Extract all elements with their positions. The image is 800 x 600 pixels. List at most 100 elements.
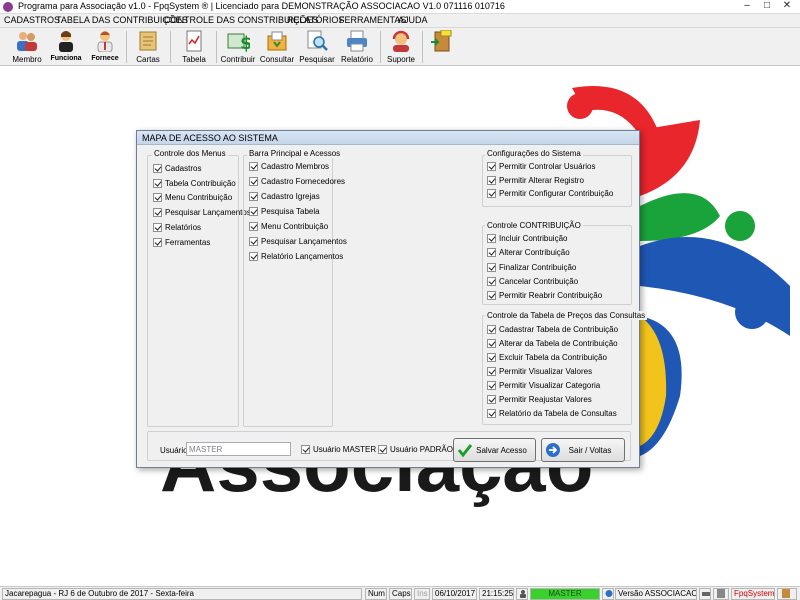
checkbox-ferramentas[interactable]: Ferramentas <box>153 238 210 250</box>
checkbox-cadastros[interactable]: Cadastros <box>153 164 201 176</box>
search-icon <box>307 30 328 51</box>
checkbox-menu-contribuicao-barra[interactable]: Menu Contribuição <box>249 222 328 234</box>
checkbox-reabrir-contribuicao[interactable]: Permitir Reabrir Contribuição <box>487 291 602 303</box>
access-map-dialog: MAPA DE ACESSO AO SISTEMA Controle dos M… <box>136 130 648 468</box>
checkbox-cadastro-igrejas[interactable]: Cadastro Igrejas <box>249 192 320 204</box>
menu-ferramentas[interactable]: FERRAMENTAS <box>339 15 406 25</box>
dialog-title: MAPA DE ACESSO AO SISTEMA <box>137 131 639 145</box>
checkbox-alterar-registro[interactable]: Permitir Alterar Registro <box>487 176 584 188</box>
money-icon: $ <box>227 33 250 52</box>
group-tabela-precos-label: Controle da Tabela de Preços das Consult… <box>485 311 648 320</box>
checkbox-relatorios[interactable]: Relatórios <box>153 223 201 235</box>
toolbar-suporte-label: Suporte <box>386 55 416 64</box>
checkbox-visualizar-valores[interactable]: Permitir Visualizar Valores <box>487 367 592 379</box>
supplier-icon <box>97 31 113 52</box>
exit-door-icon <box>431 30 452 52</box>
toolbar-suporte-button[interactable]: Suporte <box>383 28 419 66</box>
toolbar-pesquisar-button[interactable]: Pesquisar <box>298 28 336 66</box>
menu-relatorios[interactable]: RELATÓRIOS <box>287 15 344 25</box>
checkbox-relatorio-lancamentos[interactable]: Relatório Lançamentos <box>249 252 343 264</box>
checkbox-cadastro-fornecedores[interactable]: Cadastro Fornecedores <box>249 177 345 189</box>
checkbox-tabela-contribuicao[interactable]: Tabela Contribuição <box>153 179 236 191</box>
toolbar-relatorio-button[interactable]: Relatório <box>339 28 375 66</box>
toolbar-membro-button[interactable]: Membro <box>8 28 46 66</box>
maximize-button[interactable]: □ <box>757 0 777 13</box>
logo-blue-arm <box>640 237 790 336</box>
checkbox-pesquisar-lancamentos-barra[interactable]: Pesquisar Lançamentos <box>249 237 347 249</box>
checkbox-pesquisar-lancamentos[interactable]: Pesquisar Lançamentos <box>153 208 251 220</box>
toolbar-cartas-button[interactable]: Cartas <box>130 28 166 66</box>
checkbox-cancelar-contribuicao[interactable]: Cancelar Contribuição <box>487 277 578 289</box>
usuario-input[interactable]: MASTER <box>186 442 291 456</box>
window-title: Programa para Associação v1.0 - FpqSyste… <box>18 1 505 11</box>
checkbox-alterar-contribuicao[interactable]: Alterar Contribuição <box>487 248 570 260</box>
toolbar-exit-button[interactable] <box>426 28 456 66</box>
toolbar-separator <box>216 31 217 63</box>
toolbar-tabela-label: Tabela <box>182 55 206 64</box>
status-time: 21:15:25 <box>479 588 514 600</box>
status-bar: Jacarepagua - RJ 6 de Outubro de 2017 - … <box>0 586 800 600</box>
logo-green-arm <box>640 193 720 241</box>
logo-red-head <box>567 93 593 119</box>
status-num: Num <box>365 588 387 600</box>
table-document-icon <box>186 30 202 52</box>
status-exit-icon[interactable] <box>777 588 797 600</box>
printer-icon <box>702 592 710 596</box>
checkbox-visualizar-categoria[interactable]: Permitir Visualizar Categoria <box>487 381 600 393</box>
status-location-date: Jacarepagua - RJ 6 de Outubro de 2017 - … <box>2 588 362 600</box>
checkbox-relatorio-tabela[interactable]: Relatório da Tabela de Consultas <box>487 409 617 421</box>
inbox-icon <box>267 31 287 51</box>
exit-icon <box>782 589 790 598</box>
checkbox-alterar-tabela[interactable]: Alterar da Tabela de Contribuição <box>487 339 618 351</box>
calculator-icon <box>717 589 725 598</box>
checkbox-pesquisa-tabela[interactable]: Pesquisa Tabela <box>249 207 320 219</box>
toolbar-separator <box>170 31 171 63</box>
menu-cadastros[interactable]: CADASTROS <box>4 15 60 25</box>
group-configuracoes-label: Configurações do Sistema <box>485 149 583 158</box>
salvar-acesso-button[interactable]: Salvar Acesso <box>453 438 536 462</box>
members-icon <box>17 32 37 51</box>
toolbar-separator <box>126 31 127 63</box>
checkbox-controlar-usuarios[interactable]: Permitir Controlar Usuários <box>487 162 595 174</box>
checkbox-reajustar-valores[interactable]: Permitir Reajustar Valores <box>487 395 592 407</box>
status-ins: Ins <box>414 588 430 600</box>
status-version-icon <box>602 588 614 600</box>
svg-text:$: $ <box>240 33 250 52</box>
status-version: Versão ASSOCIACAO 1.0 <box>615 588 697 600</box>
status-caps: Caps <box>389 588 412 600</box>
salvar-acesso-label: Salvar Acesso <box>476 446 527 455</box>
checkbox-cadastrar-tabela[interactable]: Cadastrar Tabela de Contribuição <box>487 325 618 337</box>
close-button[interactable]: ✕ <box>777 0 797 13</box>
toolbar-funciona-label: Funciona <box>50 55 82 62</box>
toolbar-funciona-button[interactable]: Funciona <box>48 28 84 66</box>
checkbox-usuario-padrao[interactable]: Usuário PADRÃO <box>378 445 453 457</box>
toolbar-contribuir-button[interactable]: $ Contribuir <box>220 28 256 66</box>
checkbox-cadastro-membros[interactable]: Cadastro Membros <box>249 162 329 174</box>
toolbar-relatorio-label: Relatório <box>340 55 373 64</box>
support-headset-icon <box>392 30 410 52</box>
menu-ajuda[interactable]: AJUDA <box>398 15 428 25</box>
printer-icon <box>347 30 367 52</box>
toolbar-separator <box>422 31 423 63</box>
logo-green-head <box>725 211 755 241</box>
toolbar-fornece-button[interactable]: Fornece <box>87 28 123 66</box>
toolbar-contribuir-label: Contribuir <box>220 55 256 64</box>
checkbox-configurar-contribuicao[interactable]: Permitir Configurar Contribuição <box>487 189 613 201</box>
toolbar: Membro Funciona Fornece Cartas Tabela $ … <box>0 28 800 66</box>
checkbox-excluir-tabela[interactable]: Excluir Tabela da Contribuição <box>487 353 607 365</box>
status-calc-icon[interactable] <box>713 588 729 600</box>
minimize-button[interactable]: – <box>737 0 757 13</box>
toolbar-consultar-button[interactable]: Consultar <box>259 28 295 66</box>
app-icon <box>3 2 13 12</box>
sair-voltar-button[interactable]: Sair / Voltas <box>541 438 625 462</box>
group-controle-menus-label: Controle dos Menus <box>152 149 228 158</box>
user-icon <box>520 590 526 598</box>
status-print-icon[interactable] <box>699 588 711 600</box>
checkbox-usuario-master[interactable]: Usuário MASTER <box>301 445 376 457</box>
checkbox-menu-contribuicao[interactable]: Menu Contribuição <box>153 193 232 205</box>
checkbox-incluir-contribuicao[interactable]: Incluir Contribuição <box>487 234 567 246</box>
checkbox-finalizar-contribuicao[interactable]: Finalizar Contribuição <box>487 263 576 275</box>
group-controle-contribuicao-label: Controle CONTRIBUIÇÃO <box>485 221 583 230</box>
status-user-icon <box>516 588 528 600</box>
toolbar-tabela-button[interactable]: Tabela <box>176 28 212 66</box>
